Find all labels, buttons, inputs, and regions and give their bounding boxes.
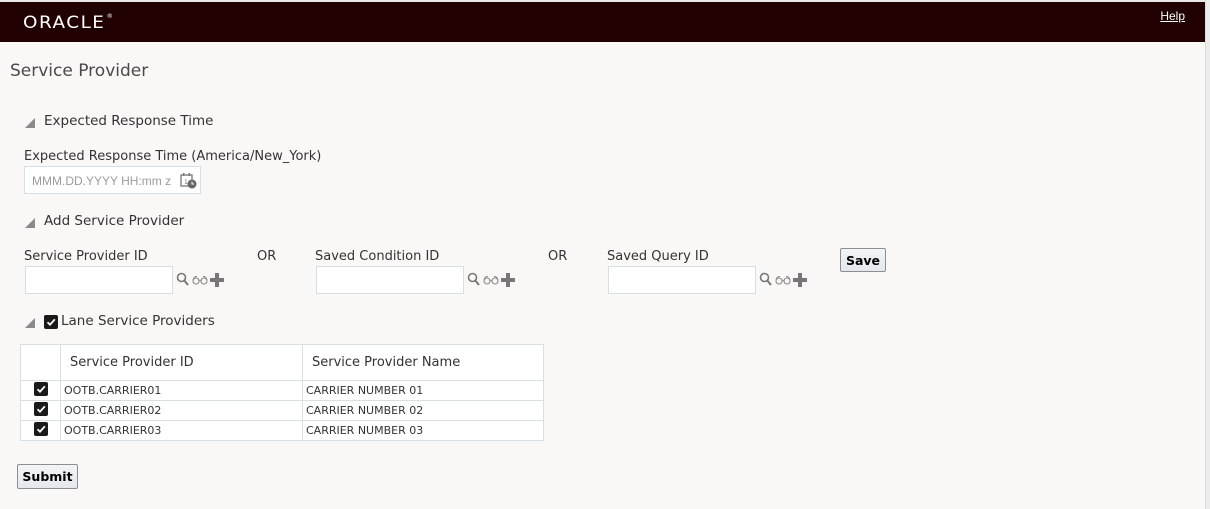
help-link[interactable]: Help	[1160, 9, 1185, 23]
app-header: ORACLE® Help	[0, 2, 1205, 42]
checkmark-icon	[46, 318, 56, 327]
service-provider-id-icons	[176, 272, 224, 287]
section-title: Lane Service Providers	[61, 313, 215, 329]
vertical-scrollbar[interactable]	[1205, 0, 1210, 509]
service-provider-id-cell: OOTB.CARRIER02	[60, 400, 303, 421]
service-provider-id-label: Service Provider ID	[24, 249, 148, 264]
svg-text:1: 1	[184, 179, 188, 186]
service-provider-id-input[interactable]	[25, 266, 173, 294]
section-add-service-provider[interactable]: Add Service Provider	[25, 213, 184, 229]
column-header-service-provider-name[interactable]: Service Provider Name	[302, 344, 544, 381]
page-title: Service Provider	[10, 61, 149, 81]
table-header-row: Service Provider ID Service Provider Nam…	[20, 344, 544, 381]
glasses-icon[interactable]	[192, 275, 208, 285]
checkmark-icon	[36, 405, 45, 414]
table-row[interactable]: OOTB.CARRIER02 CARRIER NUMBER 02	[20, 400, 544, 421]
calendar-clock-icon[interactable]: 1	[180, 172, 197, 189]
saved-query-id-icons	[759, 272, 807, 287]
column-header-service-provider-id[interactable]: Service Provider ID	[60, 344, 303, 381]
select-all-checkbox[interactable]	[44, 315, 58, 329]
row-checkbox[interactable]	[33, 422, 48, 436]
lane-service-providers-table: Service Provider ID Service Provider Nam…	[20, 344, 544, 441]
service-provider-name-cell: CARRIER NUMBER 01	[302, 380, 544, 401]
or-label: OR	[257, 249, 277, 264]
expected-response-time-label: Expected Response Time (America/New_York…	[24, 149, 322, 164]
collapse-triangle-icon[interactable]	[25, 117, 35, 128]
row-checkbox[interactable]	[33, 402, 48, 416]
service-provider-id-cell: OOTB.CARRIER03	[60, 420, 303, 441]
plus-icon[interactable]	[501, 272, 515, 287]
section-lane-service-providers[interactable]: Lane Service Providers	[25, 313, 215, 329]
glasses-icon[interactable]	[775, 275, 791, 285]
row-checkbox-cell	[20, 380, 61, 401]
table-row[interactable]: OOTB.CARRIER03 CARRIER NUMBER 03	[20, 420, 544, 441]
checkmark-icon	[36, 385, 45, 394]
section-title: Expected Response Time	[44, 113, 214, 129]
or-label: OR	[548, 249, 568, 264]
saved-query-id-input[interactable]	[608, 266, 756, 294]
plus-icon[interactable]	[210, 272, 224, 287]
logo-text: ORACLE	[23, 13, 106, 33]
section-title: Add Service Provider	[44, 213, 185, 229]
date-placeholder: MMM.DD.YYYY HH:mm z	[32, 174, 172, 188]
search-icon[interactable]	[176, 272, 190, 287]
saved-condition-id-input[interactable]	[316, 266, 464, 294]
submit-button[interactable]: Submit	[17, 464, 78, 489]
service-provider-name-cell: CARRIER NUMBER 02	[302, 400, 544, 421]
saved-query-id-label: Saved Query ID	[607, 249, 709, 264]
oracle-logo: ORACLE®	[23, 13, 115, 33]
collapse-triangle-icon[interactable]	[25, 217, 35, 228]
saved-condition-id-label: Saved Condition ID	[315, 249, 440, 264]
collapse-triangle-icon[interactable]	[25, 317, 35, 328]
search-icon[interactable]	[759, 272, 773, 287]
row-checkbox-cell	[20, 420, 61, 441]
table-row[interactable]: OOTB.CARRIER01 CARRIER NUMBER 01	[20, 380, 544, 401]
saved-condition-id-icons	[467, 272, 515, 287]
plus-icon[interactable]	[793, 272, 807, 287]
save-button[interactable]: Save	[840, 248, 886, 272]
row-checkbox[interactable]	[33, 382, 48, 396]
expected-response-time-input[interactable]: MMM.DD.YYYY HH:mm z 1	[24, 166, 201, 194]
glasses-icon[interactable]	[483, 275, 499, 285]
row-checkbox-cell	[20, 400, 61, 421]
search-icon[interactable]	[467, 272, 481, 287]
section-expected-response-time[interactable]: Expected Response Time	[25, 113, 213, 129]
service-provider-name-cell: CARRIER NUMBER 03	[302, 420, 544, 441]
checkmark-icon	[36, 425, 45, 434]
service-provider-id-cell: OOTB.CARRIER01	[60, 380, 303, 401]
logo-trademark: ®	[106, 13, 115, 20]
checkbox-column-header	[20, 344, 61, 381]
